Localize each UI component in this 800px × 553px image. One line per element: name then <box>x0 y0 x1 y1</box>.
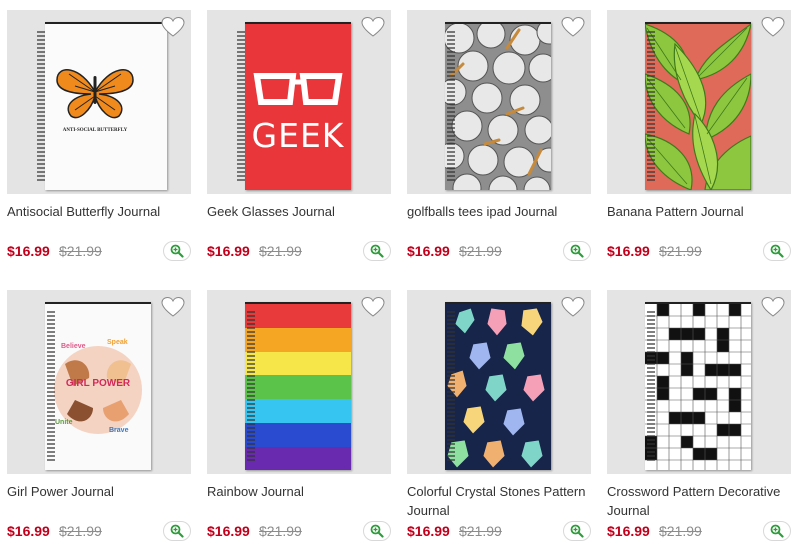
spiral-binding <box>447 31 455 181</box>
original-price: $21.99 <box>59 243 102 259</box>
svg-text:Brave: Brave <box>109 427 129 434</box>
price-row: $16.99 $21.99 <box>7 241 191 263</box>
price-row: $16.99 $21.99 <box>607 241 791 263</box>
sale-price: $16.99 <box>607 523 650 539</box>
original-price: $21.99 <box>659 243 702 259</box>
banana-leaf-pattern <box>645 24 751 190</box>
spiral-binding <box>647 31 655 181</box>
quick-view-button[interactable] <box>363 241 391 261</box>
price-row: $16.99 $21.99 <box>207 521 391 543</box>
golfball-pattern <box>445 24 551 190</box>
sale-price: $16.99 <box>207 523 250 539</box>
product-thumbnail[interactable] <box>407 290 591 474</box>
original-price: $21.99 <box>259 523 302 539</box>
spiral-binding <box>447 311 455 461</box>
zoom-in-icon <box>370 244 384 258</box>
zoom-in-icon <box>170 524 184 538</box>
journal-cover: GEEK <box>237 22 351 190</box>
favorite-heart-icon[interactable] <box>161 16 185 38</box>
zoom-in-icon <box>370 524 384 538</box>
price-row: $16.99 $21.99 <box>607 521 791 543</box>
quick-view-button[interactable] <box>163 241 191 261</box>
product-title[interactable]: Banana Pattern Journal <box>607 202 791 221</box>
crystal-pattern <box>445 304 551 470</box>
product-title[interactable]: golfballs tees ipad Journal <box>407 202 591 221</box>
cover-text: GIRL POWER <box>65 378 131 389</box>
favorite-heart-icon[interactable] <box>761 16 785 38</box>
journal-cover <box>645 22 751 190</box>
spiral-binding <box>647 311 655 461</box>
spiral-binding <box>47 311 55 461</box>
svg-text:Speak: Speak <box>107 339 128 346</box>
quick-view-button[interactable] <box>763 241 791 261</box>
sale-price: $16.99 <box>7 523 50 539</box>
zoom-in-icon <box>170 244 184 258</box>
product-grid: ANTI-SOCIAL BUTTERFLY Antisocial Butterf… <box>0 0 800 553</box>
favorite-heart-icon[interactable] <box>161 296 185 318</box>
product-title[interactable]: Colorful Crystal Stones Pattern Journal <box>407 482 591 520</box>
product-thumbnail[interactable]: Believe Speak Unite Brave GIRL POWER <box>7 290 191 474</box>
rainbow-stripes <box>245 304 351 470</box>
journal-cover <box>645 302 751 470</box>
journal-cover <box>245 302 351 470</box>
product-thumbnail[interactable]: GEEK <box>207 10 391 194</box>
zoom-in-icon <box>770 244 784 258</box>
original-price: $21.99 <box>59 523 102 539</box>
sale-price: $16.99 <box>607 243 650 259</box>
butterfly-design <box>56 69 134 119</box>
spiral-binding <box>237 31 245 181</box>
original-price: $21.99 <box>659 523 702 539</box>
spiral-binding <box>247 311 255 461</box>
sale-price: $16.99 <box>407 243 450 259</box>
quick-view-button[interactable] <box>163 521 191 541</box>
product-thumbnail[interactable]: ANTI-SOCIAL BUTTERFLY <box>7 10 191 194</box>
sale-price: $16.99 <box>207 243 250 259</box>
price-row: $16.99 $21.99 <box>7 521 191 543</box>
favorite-heart-icon[interactable] <box>361 16 385 38</box>
journal-cover <box>445 22 551 190</box>
crossword-pattern <box>645 304 751 470</box>
sale-price: $16.99 <box>7 243 50 259</box>
product-title[interactable]: Geek Glasses Journal <box>207 202 391 221</box>
original-price: $21.99 <box>459 243 502 259</box>
product-title[interactable]: Rainbow Journal <box>207 482 391 501</box>
original-price: $21.99 <box>459 523 502 539</box>
product-thumbnail[interactable] <box>607 290 791 474</box>
favorite-heart-icon[interactable] <box>761 296 785 318</box>
sale-price: $16.99 <box>407 523 450 539</box>
quick-view-button[interactable] <box>363 521 391 541</box>
svg-text:Unite: Unite <box>55 419 73 426</box>
quick-view-button[interactable] <box>763 521 791 541</box>
price-row: $16.99 $21.99 <box>407 521 591 543</box>
product-title[interactable]: Antisocial Butterfly Journal <box>7 202 191 221</box>
quick-view-button[interactable] <box>563 521 591 541</box>
svg-text:Believe: Believe <box>61 343 86 350</box>
journal-cover: ANTI-SOCIAL BUTTERFLY <box>37 22 167 190</box>
product-title[interactable]: Girl Power Journal <box>7 482 191 501</box>
quick-view-button[interactable] <box>563 241 591 261</box>
journal-cover <box>445 302 551 470</box>
product-thumbnail[interactable] <box>407 10 591 194</box>
original-price: $21.99 <box>259 243 302 259</box>
zoom-in-icon <box>570 244 584 258</box>
spiral-binding <box>37 31 45 181</box>
price-row: $16.99 $21.99 <box>207 241 391 263</box>
glasses-design <box>253 73 343 105</box>
zoom-in-icon <box>570 524 584 538</box>
favorite-heart-icon[interactable] <box>561 296 585 318</box>
favorite-heart-icon[interactable] <box>361 296 385 318</box>
cover-text: ANTI-SOCIAL BUTTERFLY <box>62 128 128 133</box>
price-row: $16.99 $21.99 <box>407 241 591 263</box>
journal-cover: Believe Speak Unite Brave GIRL POWER <box>45 302 151 470</box>
product-thumbnail[interactable] <box>607 10 791 194</box>
cover-text: GEEK <box>251 116 345 155</box>
zoom-in-icon <box>770 524 784 538</box>
product-title[interactable]: Crossword Pattern Decorative Journal <box>607 482 791 520</box>
favorite-heart-icon[interactable] <box>561 16 585 38</box>
product-thumbnail[interactable] <box>207 290 391 474</box>
